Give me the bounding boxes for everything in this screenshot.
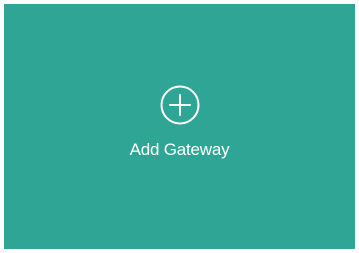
add-gateway-label: Add Gateway xyxy=(129,139,230,159)
add-gateway-card[interactable]: Add Gateway xyxy=(4,4,355,249)
plus-circle-icon xyxy=(160,85,199,124)
